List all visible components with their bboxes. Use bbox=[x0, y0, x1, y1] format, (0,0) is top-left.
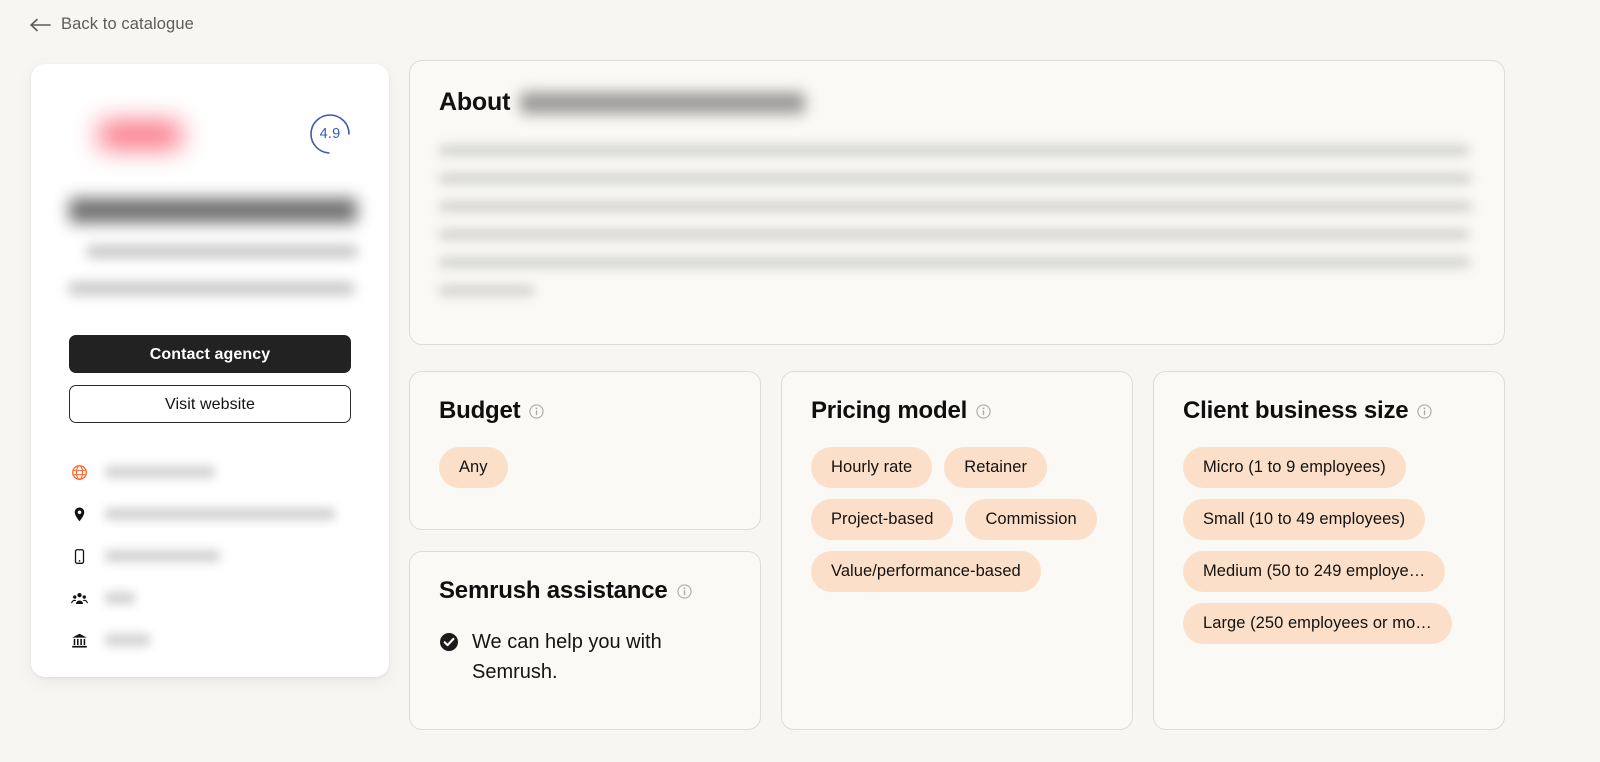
about-title: About bbox=[439, 88, 511, 116]
pricing-pill-list: Hourly rate Retainer Project-based Commi… bbox=[811, 447, 1110, 592]
pricing-pill[interactable]: Hourly rate bbox=[811, 447, 933, 488]
clients-pill-list: Micro (1 to 9 employees) Small (10 to 49… bbox=[1183, 447, 1482, 644]
agency-name bbox=[69, 198, 357, 223]
location-icon bbox=[69, 504, 89, 524]
clients-pill[interactable]: Medium (50 to 249 employe… bbox=[1183, 551, 1446, 592]
bank-icon bbox=[69, 630, 89, 650]
detail-value-phone bbox=[105, 550, 220, 562]
detail-value-team bbox=[105, 592, 135, 604]
back-to-catalogue-link[interactable]: Back to catalogue bbox=[30, 15, 194, 34]
pricing-model-card: Pricing model Hourly rate Retainer Proje… bbox=[781, 371, 1133, 730]
about-body bbox=[439, 145, 1476, 296]
pricing-title-row: Pricing model bbox=[811, 397, 1110, 425]
detail-row-website bbox=[69, 451, 351, 493]
budget-pill[interactable]: Any bbox=[439, 447, 508, 488]
clients-pill[interactable]: Small (10 to 49 employees) bbox=[1183, 499, 1426, 540]
budget-pill-list: Any bbox=[439, 447, 734, 488]
rating-value: 4.9 bbox=[319, 126, 341, 142]
agency-profile-page: Back to catalogue 4.9 Contact agency Vis… bbox=[0, 0, 1600, 762]
logo-row: 4.9 bbox=[69, 94, 351, 186]
agency-summary-card: 4.9 Contact agency Visit website bbox=[31, 64, 389, 677]
globe-icon bbox=[69, 462, 89, 482]
detail-row-team bbox=[69, 577, 351, 619]
info-icon[interactable] bbox=[1417, 403, 1433, 419]
semrush-assistance-card: Semrush assistance We can help you with … bbox=[409, 551, 761, 730]
mobile-icon bbox=[69, 546, 89, 566]
back-to-catalogue-label: Back to catalogue bbox=[61, 15, 194, 33]
client-business-size-card: Client business size Micro (1 to 9 emplo… bbox=[1153, 371, 1505, 730]
about-text-line bbox=[439, 257, 1470, 268]
detail-value-website bbox=[105, 466, 215, 478]
team-icon bbox=[69, 588, 89, 608]
clients-pill[interactable]: Large (250 employees or mo… bbox=[1183, 603, 1452, 644]
check-circle-icon bbox=[440, 633, 458, 651]
agency-description-line-2 bbox=[69, 282, 354, 295]
detail-row-founded bbox=[69, 619, 351, 661]
semrush-assistance-row: We can help you with Semrush. bbox=[439, 627, 689, 687]
contact-agency-button[interactable]: Contact agency bbox=[69, 335, 351, 373]
detail-row-location bbox=[69, 493, 351, 535]
info-icon[interactable] bbox=[676, 583, 692, 599]
detail-row-phone bbox=[69, 535, 351, 577]
about-company-name bbox=[520, 91, 806, 114]
pricing-pill[interactable]: Value/performance-based bbox=[811, 551, 1041, 592]
about-text-line bbox=[439, 229, 1469, 240]
about-card: About bbox=[409, 60, 1505, 345]
pricing-pill[interactable]: Retainer bbox=[944, 447, 1048, 488]
budget-title: Budget bbox=[439, 397, 521, 424]
clients-title: Client business size bbox=[1183, 397, 1409, 424]
budget-title-row: Budget bbox=[439, 397, 734, 425]
semrush-title: Semrush assistance bbox=[439, 577, 668, 604]
about-text-line bbox=[439, 173, 1471, 184]
pricing-title: Pricing model bbox=[811, 397, 968, 424]
budget-card: Budget Any bbox=[409, 371, 761, 530]
detail-value-location bbox=[105, 508, 335, 520]
visit-website-button[interactable]: Visit website bbox=[69, 385, 351, 423]
about-text-line bbox=[439, 201, 1472, 212]
pricing-pill[interactable]: Project-based bbox=[811, 499, 954, 540]
about-text-line bbox=[439, 285, 534, 296]
pricing-pill[interactable]: Commission bbox=[965, 499, 1097, 540]
info-icon[interactable] bbox=[976, 403, 991, 419]
detail-value-founded bbox=[105, 634, 150, 646]
semrush-assistance-text: We can help you with Semrush. bbox=[472, 631, 662, 683]
agency-description-line-1 bbox=[87, 245, 357, 258]
agency-details-list bbox=[69, 451, 351, 661]
clients-title-row: Client business size bbox=[1183, 397, 1482, 425]
about-header: About bbox=[439, 88, 1476, 117]
clients-pill[interactable]: Micro (1 to 9 employees) bbox=[1183, 447, 1406, 488]
arrow-left-icon bbox=[30, 18, 51, 31]
semrush-title-row: Semrush assistance bbox=[439, 577, 734, 605]
about-text-line bbox=[439, 145, 1469, 156]
info-icon[interactable] bbox=[529, 403, 545, 419]
agency-logo bbox=[99, 122, 181, 148]
